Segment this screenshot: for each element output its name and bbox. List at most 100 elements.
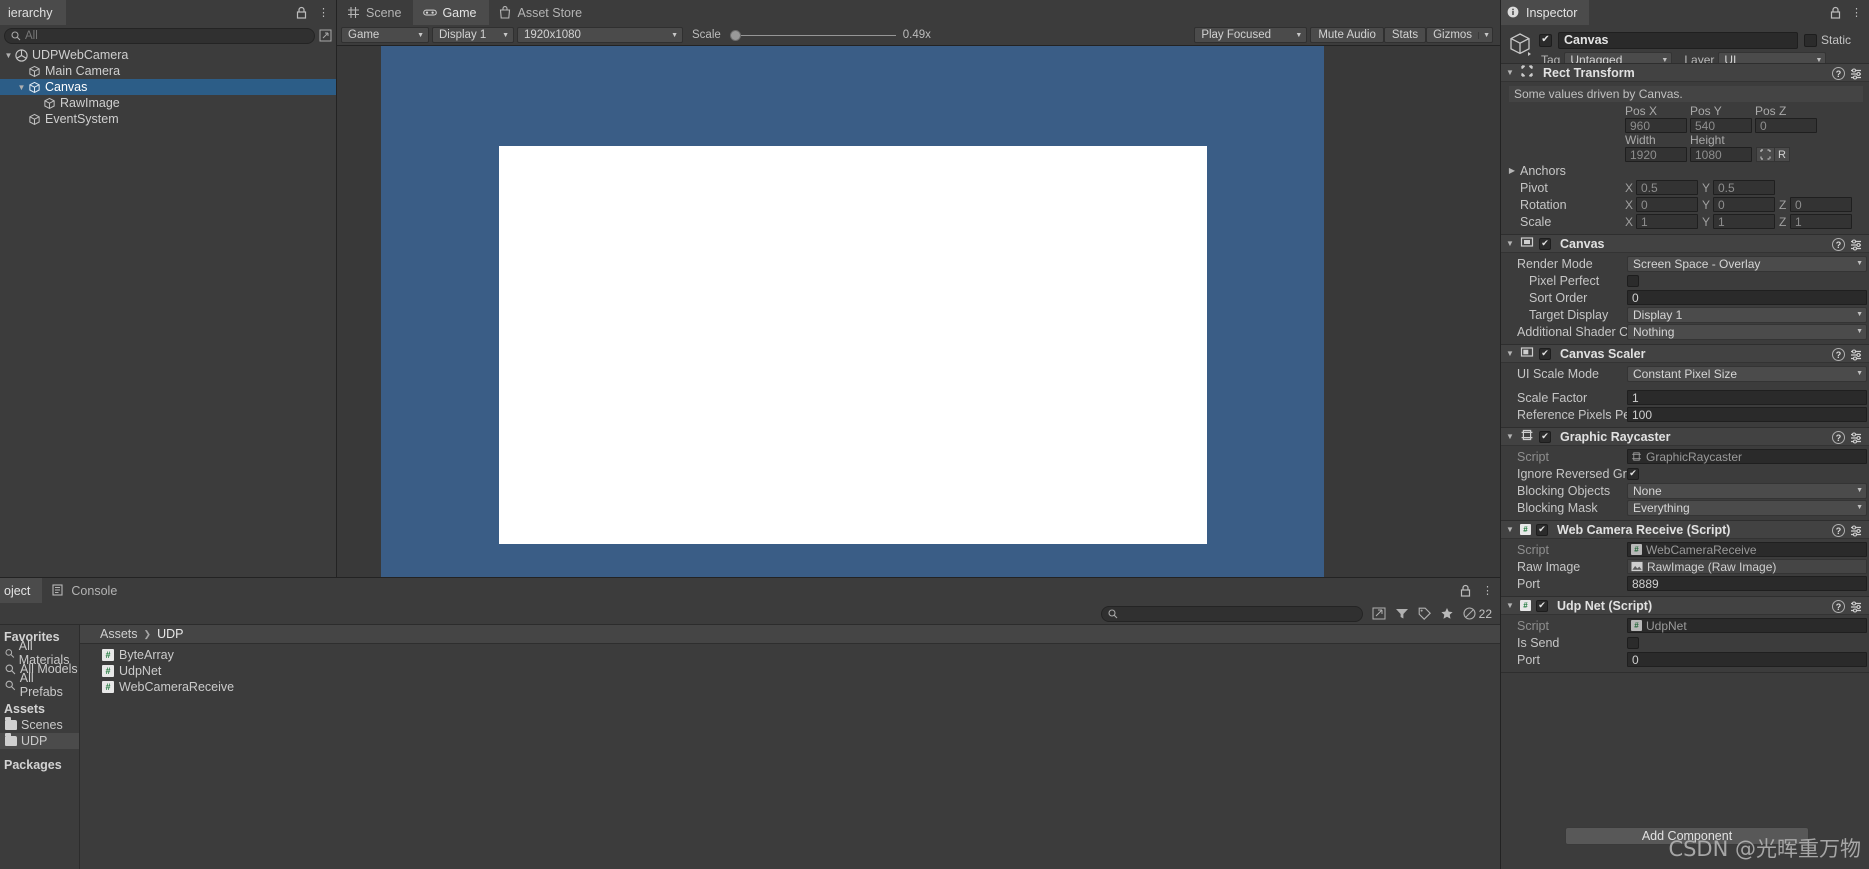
blueprint-raw-group[interactable]: R	[1756, 147, 1790, 162]
settings-icon[interactable]	[1850, 349, 1863, 361]
chevron-down-icon[interactable]: ▼	[1505, 239, 1515, 248]
chevron-down-icon[interactable]: ▼	[15, 83, 28, 92]
lock-icon[interactable]	[1830, 6, 1841, 19]
scale-y-field[interactable]: 1	[1713, 214, 1775, 229]
canvas-scaler-enabled-checkbox[interactable]	[1539, 347, 1551, 360]
chevron-down-icon[interactable]: ▼	[1505, 601, 1515, 610]
sort-order-field[interactable]: 0	[1627, 290, 1867, 305]
object-enabled-checkbox[interactable]	[1539, 33, 1552, 47]
pos-z-field[interactable]: 0	[1755, 118, 1817, 133]
ui-scale-mode-dropdown[interactable]: Constant Pixel Size ▼	[1627, 365, 1867, 382]
gizmos-dropdown[interactable]: Gizmos ▼	[1426, 27, 1493, 43]
favorite-star-icon[interactable]	[1440, 607, 1454, 620]
settings-icon[interactable]	[1850, 525, 1863, 537]
warning-count-badge[interactable]: 22	[1463, 607, 1492, 621]
hierarchy-search-input[interactable]: All	[4, 27, 315, 44]
hierarchy-item-canvas[interactable]: ▼ Canvas	[0, 79, 336, 95]
chevron-down-icon[interactable]: ▼	[1505, 432, 1515, 441]
component-header-udp-net[interactable]: ▼ # Udp Net (Script) ?	[1501, 596, 1869, 615]
component-header-canvas-scaler[interactable]: ▼ Canvas Scaler ?	[1501, 344, 1869, 363]
tab-scene[interactable]: Scene	[337, 0, 414, 25]
blueprint-mode-icon[interactable]	[1756, 147, 1775, 162]
help-icon[interactable]: ?	[1832, 348, 1845, 361]
scale-x-field[interactable]: 1	[1636, 214, 1698, 229]
port-field[interactable]: 0	[1627, 652, 1867, 667]
tab-inspector[interactable]: Inspector	[1501, 0, 1590, 25]
width-field[interactable]: 1920	[1625, 147, 1687, 162]
lock-icon[interactable]	[296, 6, 307, 19]
scale-z-field[interactable]: 1	[1790, 214, 1852, 229]
target-display-dropdown[interactable]: Display 1 ▼	[1627, 306, 1867, 323]
help-icon[interactable]: ?	[1832, 524, 1845, 537]
scale-slider-group[interactable]: Scale 0.49x	[692, 29, 931, 41]
hierarchy-tree[interactable]: ▼ UDPWebCamera Main Camera ▼ Canvas RawI…	[0, 47, 336, 577]
play-focused-dropdown[interactable]: Play Focused ▼	[1194, 27, 1308, 43]
inspector-menu-icon[interactable]: ⋮	[1851, 6, 1863, 19]
chevron-down-icon[interactable]: ▼	[1505, 68, 1515, 77]
breadcrumb-udp[interactable]: UDP	[157, 627, 183, 641]
hierarchy-item-rawimage[interactable]: RawImage	[0, 95, 336, 111]
settings-icon[interactable]	[1850, 68, 1863, 80]
script-object-field[interactable]: # UdpNet	[1627, 618, 1867, 633]
chevron-down-icon[interactable]: ▼	[1505, 349, 1515, 358]
component-header-graphic-raycaster[interactable]: ▼ Graphic Raycaster ?	[1501, 427, 1869, 446]
help-icon[interactable]: ?	[1832, 67, 1845, 80]
tab-game[interactable]: Game	[413, 0, 489, 25]
settings-icon[interactable]	[1850, 601, 1863, 613]
port-field[interactable]: 8889	[1627, 576, 1867, 591]
ignore-reversed-graphics-checkbox[interactable]	[1627, 467, 1639, 480]
hierarchy-filter-icon[interactable]	[319, 29, 332, 42]
web-camera-receive-enabled-checkbox[interactable]	[1536, 523, 1548, 536]
asset-list[interactable]: # ByteArray # UdpNet # WebCameraReceive	[80, 644, 1500, 695]
pivot-x-field[interactable]: 0.5	[1636, 180, 1698, 195]
rot-y-field[interactable]: 0	[1713, 197, 1775, 212]
favorite-all-materials[interactable]: All Materials	[0, 639, 79, 667]
rot-x-field[interactable]: 0	[1636, 197, 1698, 212]
object-name-input[interactable]: Canvas	[1558, 31, 1798, 49]
rot-z-field[interactable]: 0	[1790, 197, 1852, 212]
anchors-row[interactable]: ▶ Anchors	[1501, 162, 1869, 179]
height-field[interactable]: 1080	[1690, 147, 1752, 162]
display-dropdown[interactable]: Display 1 ▼	[432, 27, 514, 43]
raw-edit-mode-button[interactable]: R	[1775, 147, 1790, 162]
additional-shader-channels-dropdown[interactable]: Nothing ▼	[1627, 323, 1867, 340]
tab-hierarchy[interactable]: ierarchy	[0, 0, 67, 25]
asset-item[interactable]: # ByteArray	[80, 647, 1500, 663]
hierarchy-menu-icon[interactable]: ⋮	[318, 6, 330, 19]
filter-label-icon[interactable]	[1418, 607, 1431, 620]
render-mode-dropdown[interactable]: Screen Space - Overlay ▼	[1627, 255, 1867, 272]
scale-slider[interactable]	[728, 29, 896, 41]
chevron-down-icon[interactable]: ▼	[1505, 525, 1515, 534]
hierarchy-item-eventsystem[interactable]: EventSystem	[0, 111, 336, 127]
settings-icon[interactable]	[1850, 239, 1863, 251]
asset-item[interactable]: # UdpNet	[80, 663, 1500, 679]
project-menu-icon[interactable]: ⋮	[1482, 584, 1494, 597]
blocking-mask-dropdown[interactable]: Everything ▼	[1627, 499, 1867, 516]
help-icon[interactable]: ?	[1832, 431, 1845, 444]
pos-x-field[interactable]: 960	[1625, 118, 1687, 133]
static-toggle[interactable]: Static	[1804, 33, 1851, 47]
help-icon[interactable]: ?	[1832, 600, 1845, 613]
canvas-enabled-checkbox[interactable]	[1539, 237, 1551, 250]
project-search-input[interactable]	[1100, 605, 1363, 622]
script-object-field[interactable]: # WebCameraReceive	[1627, 542, 1867, 557]
asset-item[interactable]: # WebCameraReceive	[80, 679, 1500, 695]
script-object-field[interactable]: GraphicRaycaster	[1627, 449, 1867, 464]
reference-pixels-field[interactable]: 100	[1627, 407, 1867, 422]
search-in-scene-icon[interactable]	[1372, 607, 1386, 620]
tab-console[interactable]: Console	[42, 578, 130, 603]
stats-button[interactable]: Stats	[1383, 27, 1427, 43]
project-folder-udp[interactable]: UDP	[0, 733, 79, 749]
is-send-checkbox[interactable]	[1627, 636, 1639, 649]
pixel-perfect-checkbox[interactable]	[1627, 274, 1639, 287]
breadcrumb-assets[interactable]: Assets	[100, 627, 138, 641]
help-icon[interactable]: ?	[1832, 238, 1845, 251]
tab-asset-store[interactable]: Asset Store	[488, 0, 595, 25]
game-view-render-area[interactable]	[337, 46, 1500, 577]
pivot-y-field[interactable]: 0.5	[1713, 180, 1775, 195]
raw-image-object-field[interactable]: RawImage (Raw Image)	[1627, 559, 1867, 574]
chevron-down-icon[interactable]: ▼	[2, 51, 15, 60]
static-checkbox[interactable]	[1804, 33, 1817, 47]
component-header-rect-transform[interactable]: ▼ Rect Transform ?	[1501, 63, 1869, 82]
pos-y-field[interactable]: 540	[1690, 118, 1752, 133]
